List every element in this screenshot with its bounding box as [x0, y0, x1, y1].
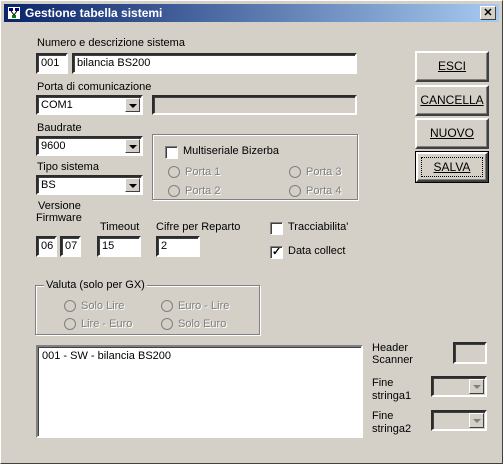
baudrate-select[interactable]: 9600: [36, 136, 143, 156]
multiseriale-group: Multiseriale Bizerba Porta 1 Porta 3 Por…: [152, 134, 358, 200]
esci-label: ESCI: [437, 59, 466, 73]
versione-label-line2: Firmware: [36, 212, 82, 224]
timeout-label: Timeout: [100, 221, 140, 233]
fine2-select: [431, 410, 487, 431]
versione-minor-input[interactable]: 07: [60, 236, 81, 257]
header-scanner-field: [453, 342, 487, 364]
versione-label-line1: Versione: [38, 200, 81, 212]
close-icon: ✕: [483, 7, 493, 19]
sistema-label: Numero e descrizione sistema: [37, 37, 185, 49]
lire-euro-label: Lire - Euro: [81, 318, 133, 330]
tracciabilita-checkbox[interactable]: [270, 222, 283, 235]
chevron-down-icon[interactable]: [125, 98, 140, 112]
tracciabilita-label: Tracciabilita': [288, 221, 349, 233]
salva-button[interactable]: SALVA: [415, 151, 489, 183]
timeout-input[interactable]: 15: [97, 236, 141, 257]
porta-extra-field: [152, 95, 357, 115]
porta-select[interactable]: COM1: [36, 95, 143, 115]
fine1-label-line2: stringa1: [372, 390, 412, 402]
tipo-value: BS: [41, 179, 56, 191]
lire-euro-radio[interactable]: [64, 318, 76, 330]
chevron-down-icon: [469, 413, 484, 428]
porta3-radio[interactable]: [289, 166, 301, 178]
euro-lire-radio[interactable]: [161, 300, 173, 312]
dialog-window: Gestione tabella sistemi ✕ Numero e desc…: [0, 0, 503, 464]
cancella-label: CANCELLA: [420, 93, 484, 107]
porta2-radio[interactable]: [168, 185, 180, 197]
euro-lire-label: Euro - Lire: [178, 300, 230, 312]
fine1-select: [431, 376, 487, 397]
porta2-label: Porta 2: [185, 185, 221, 197]
fine2-label-line2: stringa2: [372, 423, 412, 435]
valuta-title: Valuta (solo per GX): [44, 279, 147, 291]
datacollect-label: Data collect: [288, 245, 346, 257]
fine2-label-line1: Fine: [372, 410, 394, 422]
baudrate-label: Baudrate: [37, 122, 82, 134]
solo-lire-radio[interactable]: [64, 300, 76, 312]
network-icon: [8, 7, 20, 19]
chevron-down-icon[interactable]: [125, 139, 140, 153]
sistema-number-input[interactable]: 001: [36, 53, 68, 74]
header-label-line1: Header: [372, 342, 409, 354]
cifre-label: Cifre per Reparto: [156, 221, 241, 233]
multiseriale-label: Multiseriale Bizerba: [183, 145, 279, 157]
solo-euro-label: Solo Euro: [178, 318, 227, 330]
fine1-label-line1: Fine: [372, 377, 394, 389]
esci-button[interactable]: ESCI: [415, 51, 489, 82]
tipo-label: Tipo sistema: [37, 161, 99, 173]
versione-major-input[interactable]: 06: [36, 236, 57, 257]
chevron-down-icon: [469, 379, 484, 394]
sistema-description-input[interactable]: bilancia BS200: [72, 53, 357, 74]
cifre-input[interactable]: 2: [156, 236, 200, 257]
multiseriale-checkbox[interactable]: [165, 146, 178, 159]
header-label-line2: Scanner: [372, 354, 413, 366]
solo-lire-label: Solo Lire: [81, 300, 125, 312]
nuovo-button[interactable]: NUOVO: [415, 118, 489, 149]
tipo-select[interactable]: BS: [36, 175, 143, 195]
cancella-button[interactable]: CANCELLA: [415, 85, 489, 116]
close-button[interactable]: ✕: [480, 6, 496, 20]
porta3-label: Porta 3: [306, 166, 342, 178]
list-item[interactable]: 001 - SW - bilancia BS200: [42, 350, 357, 362]
porta1-label: Porta 1: [185, 166, 221, 178]
chevron-down-icon[interactable]: [125, 178, 140, 192]
baudrate-value: 9600: [41, 140, 66, 152]
porta4-label: Porta 4: [306, 185, 342, 197]
porta1-radio[interactable]: [168, 166, 180, 178]
porta-label: Porta di comunicazione: [37, 81, 152, 93]
porta4-radio[interactable]: [289, 185, 301, 197]
valuta-group: Valuta (solo per GX) Solo Lire Euro - Li…: [35, 279, 260, 335]
solo-euro-radio[interactable]: [161, 318, 173, 330]
porta-value: COM1: [41, 99, 73, 111]
datacollect-checkbox[interactable]: [270, 245, 283, 259]
title-bar: Gestione tabella sistemi ✕: [4, 4, 499, 22]
salva-label: SALVA: [421, 157, 483, 177]
sistemi-listbox[interactable]: 001 - SW - bilancia BS200: [36, 345, 363, 438]
nuovo-label: NUOVO: [429, 126, 474, 140]
window-title: Gestione tabella sistemi: [25, 6, 163, 20]
